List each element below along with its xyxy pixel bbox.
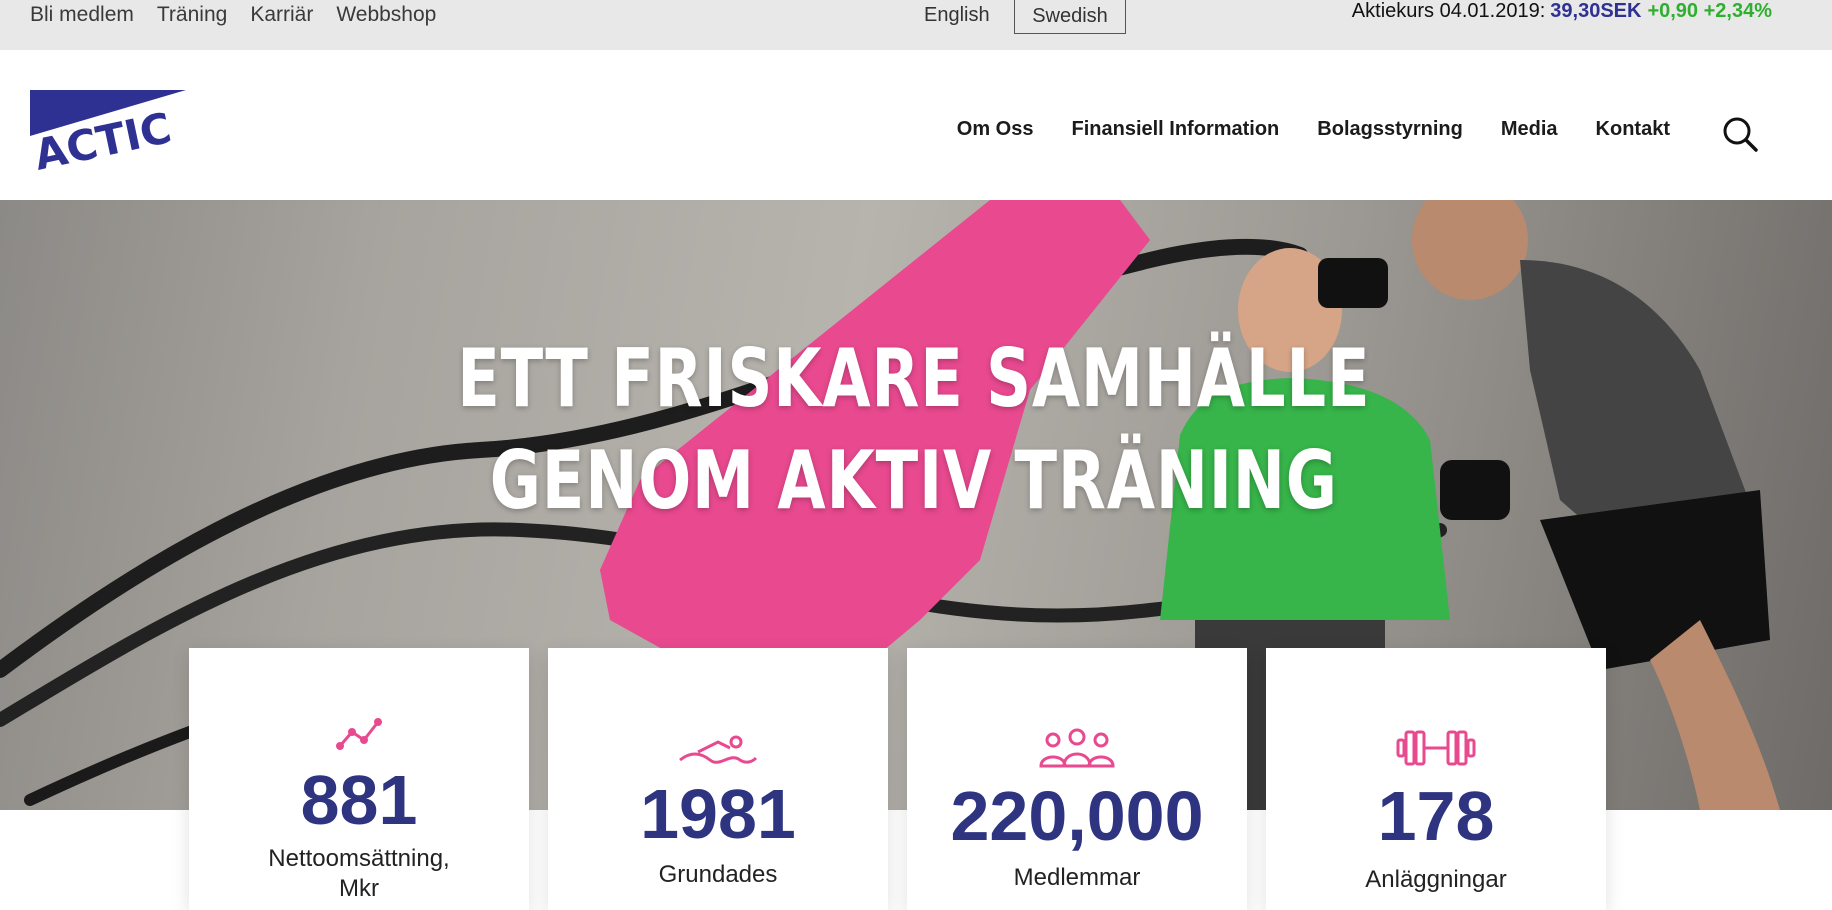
site-header: ACTIC Om Oss Finansiell Information Bola… xyxy=(0,50,1832,200)
headline-line-1: ETT FRISKARE SAMHÄLLE xyxy=(457,332,1371,425)
link-bli-medlem[interactable]: Bli medlem xyxy=(30,3,134,27)
stat-caption: Anläggningar xyxy=(1365,866,1507,893)
nav-media[interactable]: Media xyxy=(1501,118,1558,141)
link-webbshop[interactable]: Webbshop xyxy=(336,3,436,27)
top-links: Bli medlem Träning Karriär Webbshop xyxy=(30,0,459,30)
link-karriar[interactable]: Karriär xyxy=(250,3,313,27)
nav-om-oss[interactable]: Om Oss xyxy=(957,118,1034,141)
stat-caption: Medlemmar xyxy=(1013,864,1141,891)
stat-card-founded: 1981 Grundades xyxy=(548,648,888,910)
main-nav: Om Oss Finansiell Information Bolagsstyr… xyxy=(957,118,1670,141)
stock-change: +0,90 +2,34% xyxy=(1647,0,1772,22)
dumbbell-icon xyxy=(1266,728,1606,778)
language-english[interactable]: English xyxy=(924,0,990,30)
stat-caption-line-1: Nettoomsättning, xyxy=(268,845,450,872)
language-swedish[interactable]: Swedish xyxy=(1014,0,1126,34)
swimmer-icon xyxy=(548,730,888,780)
actic-logo[interactable]: ACTIC xyxy=(30,90,186,180)
members-icon xyxy=(907,728,1247,778)
headline-line-2: GENOM AKTIV TRÄNING xyxy=(489,434,1338,527)
top-utility-bar: Bli medlem Träning Karriär Webbshop Engl… xyxy=(0,0,1832,50)
search-icon[interactable] xyxy=(1722,116,1758,152)
line-chart-icon xyxy=(189,716,529,766)
stat-caption-line-2: Mkr xyxy=(339,875,379,902)
stat-value: 178 xyxy=(1377,777,1495,855)
hero-headline: ETT FRISKARE SAMHÄLLE GENOM AKTIV TRÄNIN… xyxy=(199,328,1628,532)
stat-card-revenue: 881 Nettoomsättning, Mkr xyxy=(189,648,529,910)
actic-logo-icon: ACTIC xyxy=(30,90,186,180)
stat-caption: Nettoomsättning, Mkr xyxy=(189,844,529,904)
link-traning[interactable]: Träning xyxy=(157,3,227,27)
nav-bolagsstyrning[interactable]: Bolagsstyrning xyxy=(1317,118,1463,141)
stock-label: Aktiekurs 04.01.2019: xyxy=(1351,0,1546,22)
stat-value: 881 xyxy=(300,761,418,839)
stat-card-facilities: 178 Anläggningar xyxy=(1266,648,1606,910)
stock-price: 39,30SEK xyxy=(1550,0,1642,22)
nav-finansiell-information[interactable]: Finansiell Information xyxy=(1071,118,1279,141)
stat-value: 1981 xyxy=(640,775,796,853)
nav-kontakt[interactable]: Kontakt xyxy=(1596,118,1670,141)
stock-ticker: Aktiekurs 04.01.2019: 39,30SEK +0,90 +2,… xyxy=(1352,0,1772,23)
stat-caption: Grundades xyxy=(658,861,778,888)
stat-value: 220,000 xyxy=(950,777,1204,855)
stat-card-members: 220,000 Medlemmar xyxy=(907,648,1247,910)
